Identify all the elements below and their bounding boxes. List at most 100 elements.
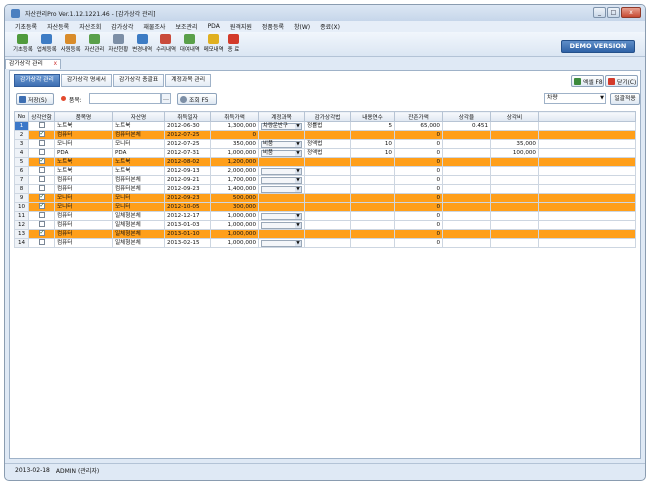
menu-item-1[interactable]: 자산등록 — [47, 22, 69, 31]
rate-cell[interactable] — [442, 193, 491, 203]
column-header-10[interactable]: 상각율 — [442, 111, 491, 122]
account-cell[interactable]: ▼ — [258, 175, 305, 185]
no-depreciation-cell[interactable] — [28, 202, 55, 212]
residual-value-cell[interactable]: 0 — [394, 220, 443, 230]
depreciation-cell[interactable]: 100,000 — [490, 148, 539, 158]
no-depreciation-checkbox[interactable] — [38, 131, 45, 138]
useful-life-cell[interactable] — [350, 220, 395, 230]
acquire-date-cell[interactable]: 2012-10-05 — [164, 202, 211, 212]
no-depreciation-checkbox[interactable] — [38, 140, 45, 147]
acquire-price-cell[interactable]: 1,000,000 — [210, 148, 259, 158]
depreciation-cell[interactable] — [490, 211, 539, 221]
asset-name-cell[interactable]: 노트북 — [112, 157, 165, 167]
subtab-3[interactable]: 계정과목 관리 — [165, 74, 212, 87]
depreciation-cell[interactable] — [490, 193, 539, 203]
acquire-date-cell[interactable]: 2012-12-17 — [164, 211, 211, 221]
no-depreciation-checkbox[interactable] — [38, 167, 45, 174]
residual-value-cell[interactable]: 0 — [394, 130, 443, 140]
column-header-1[interactable]: 상각안함 — [28, 111, 55, 122]
acquire-price-cell[interactable]: 1,400,000 — [210, 184, 259, 194]
no-depreciation-cell[interactable] — [28, 121, 55, 131]
no-depreciation-cell[interactable] — [28, 175, 55, 185]
toolbar-button-6[interactable]: 수리내역 — [156, 34, 176, 53]
residual-value-cell[interactable]: 0 — [394, 184, 443, 194]
toolbar-button-3[interactable]: 자산관리 — [85, 34, 104, 53]
depreciation-cell[interactable] — [490, 157, 539, 167]
acquire-price-cell[interactable]: 300,000 — [210, 202, 259, 212]
rate-cell[interactable]: 0.451 — [442, 121, 491, 131]
acquire-price-cell[interactable]: 1,000,000 — [210, 211, 259, 221]
menu-item-7[interactable]: 원격지원 — [230, 22, 252, 31]
depreciation-cell[interactable] — [490, 130, 539, 140]
table-row[interactable]: 7 컴퓨터 컴퓨터본체 2012-09-21 1,700,000 ▼ 0 — [14, 175, 636, 185]
toolbar-button-1[interactable]: 업체등록 — [37, 34, 57, 53]
acquire-date-cell[interactable]: 2012-09-23 — [164, 184, 211, 194]
menu-item-9[interactable]: 창(W) — [294, 22, 310, 31]
rate-cell[interactable] — [442, 157, 491, 167]
item-name-cell[interactable]: 컴퓨터 — [54, 175, 113, 185]
acquire-date-cell[interactable]: 2013-01-03 — [164, 220, 211, 230]
column-header-0[interactable]: No — [14, 111, 29, 122]
no-depreciation-checkbox[interactable] — [38, 212, 45, 219]
menu-item-2[interactable]: 자산조회 — [79, 22, 101, 31]
toolbar-button-5[interactable]: 변경내역 — [132, 34, 152, 53]
asset-name-cell[interactable]: 모니터 — [112, 202, 165, 212]
table-row[interactable]: 8 컴퓨터 컴퓨터본체 2012-09-23 1,400,000 ▼ 0 — [14, 184, 636, 194]
table-row[interactable]: 10모니터모니터2012-10-05300,0000 — [14, 202, 636, 212]
rate-cell[interactable] — [442, 175, 491, 185]
useful-life-cell[interactable] — [350, 202, 395, 212]
asset-name-cell[interactable]: 일체형본체 — [112, 211, 165, 221]
no-depreciation-cell[interactable] — [28, 238, 55, 248]
residual-value-cell[interactable]: 0 — [394, 148, 443, 158]
residual-value-cell[interactable]: 0 — [394, 193, 443, 203]
residual-value-cell[interactable]: 0 — [394, 229, 443, 239]
no-depreciation-cell[interactable] — [28, 193, 55, 203]
acquire-date-cell[interactable]: 2013-01-10 — [164, 229, 211, 239]
acquire-date-cell[interactable]: 2012-07-31 — [164, 148, 211, 158]
table-row[interactable]: 9모니터모니터2012-09-23500,0000 — [14, 193, 636, 203]
item-name-cell[interactable]: 컴퓨터 — [54, 238, 113, 248]
account-dropdown[interactable]: ▼ — [261, 239, 302, 247]
table-row[interactable]: 5노트북노트북2012-08-021,200,0000 — [14, 157, 636, 167]
item-name-cell[interactable]: PDA — [54, 148, 113, 158]
no-depreciation-cell[interactable] — [28, 148, 55, 158]
column-header-4[interactable]: 취득일자 — [164, 111, 211, 122]
table-row[interactable]: 12 컴퓨터 일체형본체 2013-01-03 1,000,000 ▼ 0 — [14, 220, 636, 230]
menu-item-5[interactable]: 보조관리 — [175, 22, 197, 31]
acquire-date-cell[interactable]: 2012-09-23 — [164, 193, 211, 203]
no-depreciation-checkbox[interactable] — [38, 230, 45, 237]
account-dropdown[interactable]: 차량운반구 ▼ — [261, 122, 302, 130]
method-cell[interactable] — [304, 130, 351, 140]
useful-life-cell[interactable] — [350, 211, 395, 221]
no-depreciation-checkbox[interactable] — [38, 185, 45, 192]
rate-cell[interactable] — [442, 211, 491, 221]
account-select[interactable]: 차량 ▼ — [544, 93, 606, 104]
no-depreciation-checkbox[interactable] — [38, 122, 45, 129]
subtab-2[interactable]: 감가상각 총괄표 — [113, 74, 165, 87]
account-dropdown[interactable]: ▼ — [261, 185, 302, 193]
rate-cell[interactable] — [442, 220, 491, 230]
acquire-date-cell[interactable]: 2012-09-13 — [164, 166, 211, 176]
acquire-price-cell[interactable]: 1,700,000 — [210, 175, 259, 185]
useful-life-cell[interactable]: 5 — [350, 121, 395, 131]
method-cell[interactable] — [304, 175, 351, 185]
no-depreciation-checkbox[interactable] — [38, 176, 45, 183]
column-header-8[interactable]: 내용연수 — [350, 111, 395, 122]
no-depreciation-cell[interactable] — [28, 211, 55, 221]
residual-value-cell[interactable]: 0 — [394, 157, 443, 167]
account-cell[interactable]: ▼ — [258, 220, 305, 230]
toolbar-button-9[interactable]: 종 료 — [228, 34, 239, 53]
account-cell[interactable]: ▼ — [258, 211, 305, 221]
residual-value-cell[interactable]: 0 — [394, 238, 443, 248]
asset-name-cell[interactable]: 컴퓨터본체 — [112, 184, 165, 194]
method-cell[interactable]: 정액법 — [304, 139, 351, 149]
item-name-cell[interactable]: 모니터 — [54, 139, 113, 149]
residual-value-cell[interactable]: 0 — [394, 211, 443, 221]
account-cell[interactable] — [258, 157, 305, 167]
depreciation-cell[interactable] — [490, 175, 539, 185]
no-depreciation-checkbox[interactable] — [38, 194, 45, 201]
acquire-price-cell[interactable]: 1,000,000 — [210, 238, 259, 248]
table-row[interactable]: 4 PDA PDA 2012-07-31 1,000,000 비품 ▼ 정액법 10 0 100,0… — [14, 148, 636, 158]
menu-item-10[interactable]: 종료(X) — [320, 22, 340, 31]
close-button[interactable]: 닫기(C) — [605, 75, 638, 87]
